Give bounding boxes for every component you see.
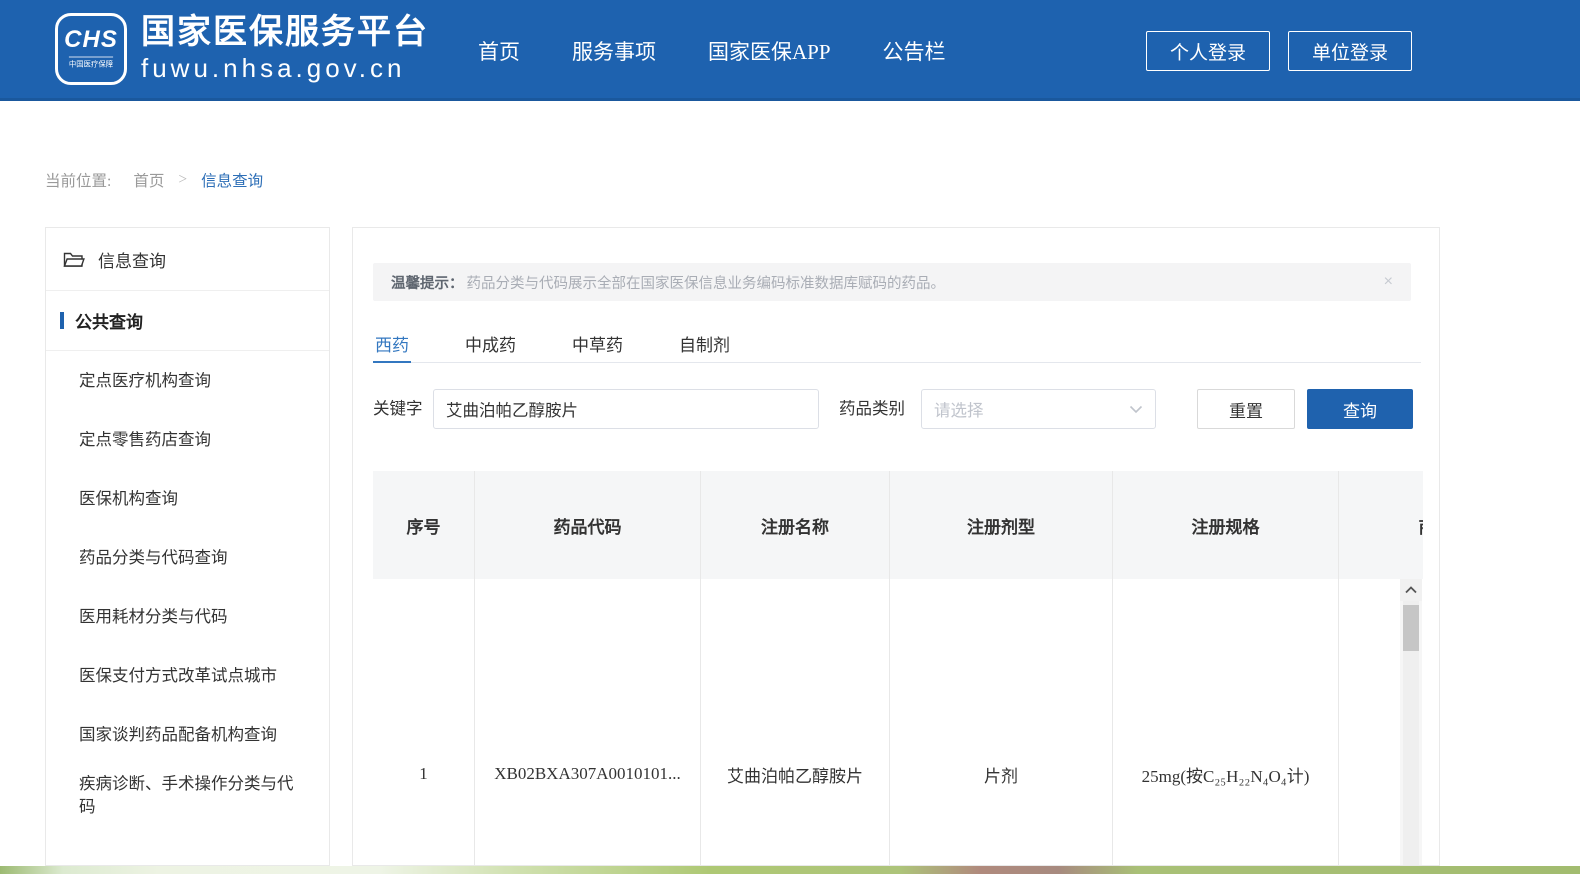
header-registered-dosage-form: 注册剂型 bbox=[890, 471, 1113, 579]
site-url: fuwu.nhsa.gov.cn bbox=[141, 53, 429, 84]
tab-western-medicine[interactable]: 西药 bbox=[373, 327, 411, 363]
nav-board[interactable]: 公告栏 bbox=[883, 36, 946, 66]
category-label: 药品类别 bbox=[839, 389, 905, 429]
sidebar-item-medical-consumables[interactable]: 医用耗材分类与代码 bbox=[46, 587, 329, 646]
drug-category-tabs: 西药 中成药 中草药 自制剂 bbox=[373, 327, 1421, 363]
cell-registered-specification: 25mg(按C₂₅H₂₂N₄O₄计) bbox=[1113, 579, 1339, 865]
results-table-inner: 序号 药品代码 注册名称 注册剂型 注册规格 商 1 XB02BXA307A00… bbox=[373, 471, 1423, 865]
chs-logo-icon: CHS 中国医疗保障 bbox=[55, 13, 127, 85]
sidebar-root-info-query[interactable]: 信息查询 bbox=[46, 228, 329, 291]
main-panel: 温馨提示： 药品分类与代码展示全部在国家医保信息业务编码标准数据库赋码的药品。 … bbox=[352, 227, 1440, 866]
keyword-label: 关键字 bbox=[373, 389, 423, 429]
header-registered-name: 注册名称 bbox=[701, 471, 890, 579]
category-select[interactable]: 请选择 bbox=[921, 389, 1156, 429]
nav-home[interactable]: 首页 bbox=[478, 36, 520, 66]
notice-label: 温馨提示： bbox=[391, 272, 464, 293]
breadcrumb-current[interactable]: 信息查询 bbox=[201, 169, 263, 191]
reset-button[interactable]: 重置 bbox=[1197, 389, 1295, 429]
category-select-placeholder: 请选择 bbox=[934, 397, 984, 421]
cell-drug-code: XB02BXA307A0010101... bbox=[475, 579, 701, 865]
sidebar-item-drug-classification-code[interactable]: 药品分类与代码查询 bbox=[46, 528, 329, 587]
header-drug-code: 药品代码 bbox=[475, 471, 701, 579]
keyword-input[interactable] bbox=[433, 389, 819, 429]
folder-icon bbox=[63, 250, 85, 268]
page: CHS 中国医疗保障 国家医保服务平台 fuwu.nhsa.gov.cn 首页 … bbox=[0, 0, 1580, 874]
sidebar: 信息查询 公共查询 定点医疗机构查询 定点零售药店查询 医保机构查询 药品分类与… bbox=[45, 227, 330, 866]
sidebar-item-designated-retail-pharmacy[interactable]: 定点零售药店查询 bbox=[46, 410, 329, 469]
breadcrumb-home[interactable]: 首页 bbox=[133, 169, 164, 191]
table-scrollbar[interactable] bbox=[1400, 579, 1422, 865]
header-serial-no: 序号 bbox=[373, 471, 475, 579]
brand-text: 国家医保服务平台 fuwu.nhsa.gov.cn bbox=[141, 14, 429, 84]
logo-text: CHS bbox=[64, 28, 118, 52]
unit-login-button[interactable]: 单位登录 bbox=[1288, 31, 1412, 71]
tab-chinese-herbal-medicine[interactable]: 中草药 bbox=[570, 327, 625, 362]
sidebar-section-public-query[interactable]: 公共查询 bbox=[46, 291, 329, 351]
sidebar-item-designated-medical-institution[interactable]: 定点医疗机构查询 bbox=[46, 351, 329, 410]
logo-subtext: 中国医疗保障 bbox=[69, 57, 113, 70]
active-section-marker bbox=[60, 312, 64, 329]
close-icon[interactable]: × bbox=[1384, 273, 1393, 291]
sidebar-item-payment-reform-cities[interactable]: 医保支付方式改革试点城市 bbox=[46, 646, 329, 705]
sidebar-item-disease-diagnosis-operation-codes[interactable]: 疾病诊断、手术操作分类与代码 bbox=[46, 764, 329, 826]
sidebar-section-label: 公共查询 bbox=[75, 308, 143, 333]
table-header-row: 序号 药品代码 注册名称 注册剂型 注册规格 商 bbox=[373, 471, 1423, 579]
chevron-down-icon bbox=[1129, 405, 1143, 414]
table-row: 1 XB02BXA307A0010101... 艾曲泊帕乙醇胺片 片剂 25mg… bbox=[373, 579, 1423, 865]
top-nav: 首页 服务事项 国家医保APP 公告栏 bbox=[478, 0, 946, 101]
brand[interactable]: CHS 中国医疗保障 国家医保服务平台 fuwu.nhsa.gov.cn bbox=[55, 13, 429, 85]
nav-services[interactable]: 服务事项 bbox=[572, 36, 656, 66]
results-table: 序号 药品代码 注册名称 注册剂型 注册规格 商 1 XB02BXA307A00… bbox=[373, 471, 1423, 865]
top-header: CHS 中国医疗保障 国家医保服务平台 fuwu.nhsa.gov.cn 首页 … bbox=[0, 0, 1580, 101]
header-registered-specification: 注册规格 bbox=[1113, 471, 1339, 579]
sidebar-menu: 定点医疗机构查询 定点零售药店查询 医保机构查询 药品分类与代码查询 医用耗材分… bbox=[46, 351, 329, 826]
cell-registered-dosage-form: 片剂 bbox=[890, 579, 1113, 865]
scrollbar-thumb[interactable] bbox=[1403, 605, 1419, 651]
auth-buttons: 个人登录 单位登录 bbox=[1146, 31, 1412, 71]
notice-bar: 温馨提示： 药品分类与代码展示全部在国家医保信息业务编码标准数据库赋码的药品。 … bbox=[373, 263, 1411, 301]
cell-serial-no: 1 bbox=[373, 579, 475, 865]
sidebar-item-insurance-agency[interactable]: 医保机构查询 bbox=[46, 469, 329, 528]
notice-text: 药品分类与代码展示全部在国家医保信息业务编码标准数据库赋码的药品。 bbox=[467, 272, 946, 293]
tab-self-prepared[interactable]: 自制剂 bbox=[677, 327, 732, 362]
breadcrumb-prefix: 当前位置: bbox=[45, 169, 111, 191]
search-form: 关键字 药品类别 请选择 重置 查询 bbox=[373, 389, 1411, 429]
personal-login-button[interactable]: 个人登录 bbox=[1146, 31, 1270, 71]
breadcrumb: 当前位置: 首页 > 信息查询 bbox=[45, 169, 263, 191]
scroll-up-icon[interactable] bbox=[1400, 579, 1422, 601]
header-clipped-column: 商 bbox=[1339, 471, 1423, 579]
search-button[interactable]: 查询 bbox=[1307, 389, 1413, 429]
cell-registered-name: 艾曲泊帕乙醇胺片 bbox=[701, 579, 890, 865]
nav-app[interactable]: 国家医保APP bbox=[708, 36, 831, 66]
breadcrumb-separator: > bbox=[178, 171, 187, 189]
sidebar-root-label: 信息查询 bbox=[98, 247, 166, 272]
tab-chinese-patent-medicine[interactable]: 中成药 bbox=[463, 327, 518, 362]
footer-image-strip bbox=[0, 866, 1580, 874]
site-title: 国家医保服务平台 bbox=[141, 14, 429, 51]
sidebar-item-negotiated-drug-institutions[interactable]: 国家谈判药品配备机构查询 bbox=[46, 705, 329, 764]
